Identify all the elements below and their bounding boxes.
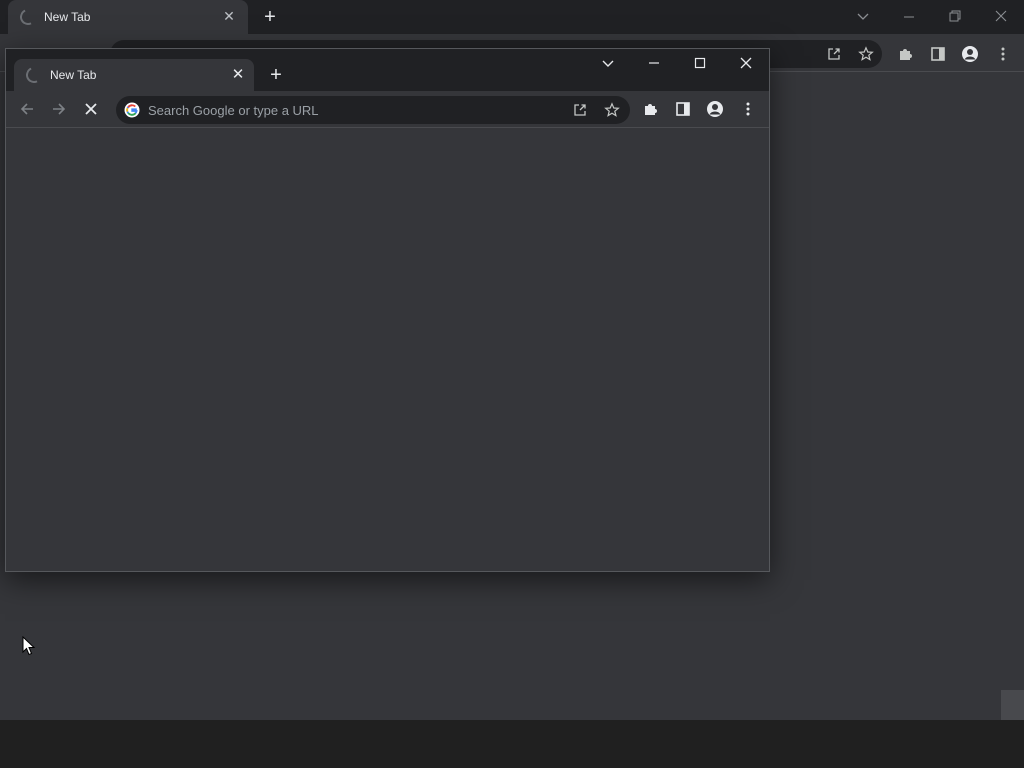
loading-spinner-icon (17, 6, 39, 28)
forward-button[interactable] (46, 96, 72, 122)
side-panel-icon (931, 47, 945, 61)
background-close-button[interactable] (978, 0, 1024, 34)
stop-x-icon (85, 103, 97, 115)
minimize-icon (904, 16, 914, 18)
omnibox-placeholder: Search Google or type a URL (148, 103, 319, 118)
close-icon (995, 10, 1007, 22)
puzzle-icon (645, 104, 657, 115)
background-extensions-icon[interactable] (893, 41, 919, 67)
minimize-button[interactable] (631, 49, 677, 79)
tab-title: New Tab (50, 68, 97, 82)
taskbar (0, 720, 1024, 768)
foreground-browser-window: New Tab ✕ + Search Google or type a URL (5, 48, 770, 572)
arrow-left-icon (20, 103, 33, 115)
mouse-pointer-icon (22, 636, 36, 656)
restore-icon (949, 10, 961, 22)
tab-close-icon[interactable]: ✕ (228, 65, 248, 85)
background-tab-search-button[interactable] (840, 0, 886, 34)
background-tab-title: New Tab (44, 10, 91, 24)
background-menu-icon[interactable] (990, 41, 1016, 67)
profile-button[interactable] (702, 96, 728, 122)
loading-spinner-icon (23, 64, 45, 86)
tab-search-button[interactable] (585, 49, 631, 79)
background-minimize-button[interactable] (886, 0, 932, 34)
new-tab-button[interactable]: + (263, 62, 289, 88)
google-g-icon (124, 102, 140, 118)
share-button[interactable] (569, 99, 591, 121)
stop-loading-button[interactable] (78, 96, 104, 122)
page-content-area[interactable] (6, 128, 769, 571)
star-icon (858, 46, 874, 61)
chevron-down-icon (602, 60, 614, 67)
background-side-panel-icon[interactable] (925, 41, 951, 67)
share-icon (828, 48, 840, 60)
background-restore-button[interactable] (932, 0, 978, 34)
omnibox[interactable]: Search Google or type a URL (116, 96, 630, 124)
background-bookmark-star-icon[interactable] (853, 41, 879, 67)
back-button[interactable] (14, 96, 40, 122)
profile-avatar-icon (707, 101, 723, 117)
background-scrollbar-thumb[interactable] (1001, 690, 1024, 720)
star-icon (604, 102, 620, 117)
extensions-button[interactable] (638, 96, 664, 122)
side-panel-icon (676, 102, 690, 116)
close-icon (740, 57, 752, 69)
chevron-down-icon (857, 13, 869, 20)
kebab-menu-icon (746, 102, 750, 116)
background-profile-icon[interactable] (957, 41, 983, 67)
maximize-button[interactable] (677, 49, 723, 79)
minimize-icon (649, 62, 659, 64)
close-button[interactable] (723, 49, 769, 79)
arrow-right-icon (53, 103, 66, 115)
puzzle-icon (900, 49, 912, 60)
active-tab[interactable]: New Tab ✕ (14, 59, 254, 91)
profile-avatar-icon (962, 46, 978, 62)
chrome-menu-button[interactable] (735, 96, 761, 122)
bookmark-button[interactable] (601, 99, 623, 121)
background-tab-close-icon[interactable]: ✕ (220, 7, 238, 25)
maximize-icon (694, 57, 706, 69)
background-tab[interactable]: New Tab ✕ (8, 0, 248, 34)
background-new-tab-button[interactable]: + (258, 5, 282, 29)
side-panel-button[interactable] (670, 96, 696, 122)
kebab-menu-icon (1001, 47, 1005, 61)
background-share-icon[interactable] (821, 41, 847, 67)
share-icon (574, 104, 586, 116)
